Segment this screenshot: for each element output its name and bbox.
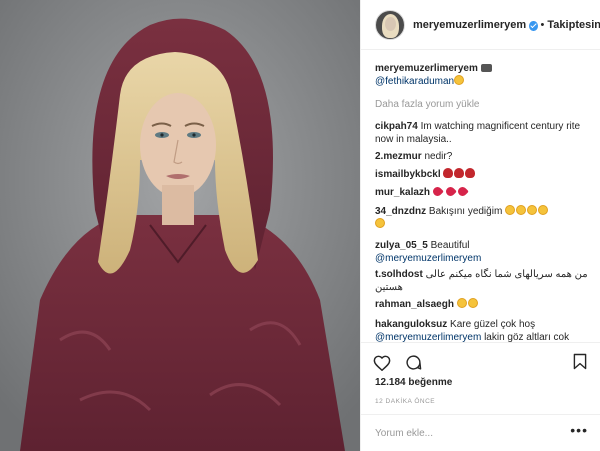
bookmark-icon[interactable]: [573, 353, 587, 370]
rose-emoji-icon: [454, 168, 465, 178]
post-header: meryemuzerlimeryem • Takiptesin: [361, 0, 600, 50]
comment-item: rahman_alsaegh: [375, 298, 595, 311]
post-timestamp: 12 DAKİKA ÖNCE: [375, 398, 436, 405]
comment-item: 2.mezmur nedir?: [375, 150, 595, 163]
comment-input[interactable]: [375, 427, 555, 439]
heart-emoji-icon: [443, 185, 457, 198]
comment-username[interactable]: t.solhdost: [375, 269, 423, 280]
kiss-emoji-icon: [538, 205, 549, 215]
kiss-emoji-icon: [375, 218, 385, 228]
likes-count[interactable]: 12.184 beğenme: [375, 377, 452, 388]
heart-emoji-icon: [456, 185, 470, 198]
rose-emoji-icon: [465, 168, 476, 178]
portrait-image: [0, 0, 360, 451]
header-separator: •: [540, 18, 545, 31]
comment-item: 34_dnzdnz Bakışını yediğim: [375, 205, 595, 231]
caption-username[interactable]: meryemuzerlimeryem: [375, 63, 478, 74]
comment-item: t.solhdost من همه سریالهای شما نگاه میکن…: [375, 268, 595, 294]
heart-eyes-emoji-icon: [454, 75, 465, 85]
grin-emoji-icon: [527, 205, 538, 215]
heart-eyes-emoji-icon: [467, 298, 478, 308]
comment-username[interactable]: 34_dnzdnz: [375, 206, 426, 217]
comment-item: hakanguloksuz Kare güzel çok hoş @meryem…: [375, 318, 595, 344]
heart-eyes-emoji-icon: [456, 298, 467, 308]
comment-item: cikpah74 Im watching magnificent century…: [375, 120, 595, 146]
verified-badge-icon: [529, 20, 538, 31]
comment-username[interactable]: mur_kalazh: [375, 187, 430, 198]
comment-mention[interactable]: @meryemuzerlimeryem: [375, 253, 481, 264]
profile-avatar[interactable]: [375, 9, 405, 40]
comment-text: Bakışını yediğim: [428, 206, 503, 217]
comment-username[interactable]: rahman_alsaegh: [375, 299, 454, 310]
comment-item: mur_kalazh: [375, 185, 595, 199]
comment-username[interactable]: ismailbykbckl: [375, 169, 441, 180]
rose-emoji-icon: [443, 168, 454, 178]
following-status[interactable]: Takiptesin: [547, 19, 600, 31]
post-actions-bar: [361, 342, 600, 382]
comment-text: Kare güzel çok hoş: [450, 319, 536, 330]
caption: meryemuzerlimeryem @fethikaraduman: [375, 62, 595, 88]
comment-item: ismailbykbckl: [375, 168, 595, 181]
more-options-icon[interactable]: •••: [570, 423, 588, 437]
add-comment-bar: [361, 414, 600, 451]
caption-mention[interactable]: @fethikaraduman: [375, 76, 454, 87]
like-heart-icon[interactable]: [373, 355, 391, 371]
comment-username[interactable]: zulya_05_5: [375, 240, 428, 251]
load-more-comments-link[interactable]: Daha fazla yorum yükle: [375, 98, 595, 111]
header-username[interactable]: meryemuzerlimeryem: [413, 19, 526, 31]
comment-username[interactable]: 2.mezmur: [375, 151, 422, 162]
comment-text: Beautiful: [430, 240, 470, 251]
grin-emoji-icon: [516, 205, 527, 215]
comment-username[interactable]: hakanguloksuz: [375, 319, 447, 330]
heart-eyes-emoji-icon: [505, 205, 516, 215]
post-photo[interactable]: [0, 0, 360, 451]
comment-item: zulya_05_5 Beautiful @meryemuzerlimeryem: [375, 239, 595, 265]
comment-bubble-icon[interactable]: [405, 354, 422, 371]
comment-username[interactable]: cikpah74: [375, 121, 418, 132]
camera-emoji-icon: [480, 64, 492, 72]
post-side-panel: meryemuzerlimeryem • Takiptesin meryemuz…: [360, 0, 600, 451]
comment-text: nedir?: [424, 151, 453, 162]
heart-emoji-icon: [430, 185, 444, 198]
